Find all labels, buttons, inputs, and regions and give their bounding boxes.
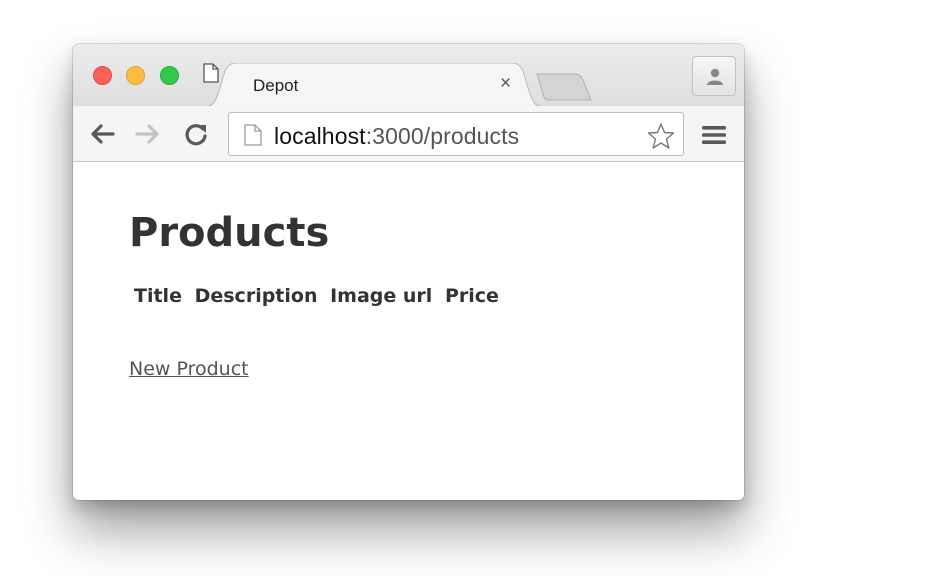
window-close-button[interactable] <box>93 66 112 85</box>
tab-close-icon[interactable]: × <box>500 73 511 95</box>
window-minimize-button[interactable] <box>126 66 145 85</box>
tab-title: Depot <box>253 76 299 95</box>
back-arrow-icon[interactable] <box>89 122 115 146</box>
person-icon <box>707 68 723 85</box>
hamburger-menu-icon[interactable] <box>701 124 727 146</box>
new-product-link[interactable]: New Product <box>129 358 249 380</box>
browser-toolbar: localhost:3000/products <box>73 106 744 162</box>
window-maximize-button[interactable] <box>160 66 179 85</box>
page-icon <box>203 63 219 83</box>
products-table-header: Title Description Image url Price <box>134 285 505 307</box>
url-text: localhost:3000/products <box>274 123 519 150</box>
page-icon <box>244 124 262 146</box>
profile-button[interactable] <box>692 56 736 96</box>
column-header-price: Price <box>444 285 499 307</box>
browser-window: Depot × localhost:3000/products Products… <box>73 44 744 500</box>
screenshot-stage: Depot × localhost:3000/products Products… <box>0 0 950 576</box>
url-host: localhost <box>274 123 366 149</box>
page-title: Products <box>129 210 330 256</box>
column-header-title: Title <box>134 285 182 307</box>
reload-icon[interactable] <box>184 122 210 146</box>
column-header-image-url: Image url <box>330 285 433 307</box>
tab-depot[interactable]: Depot × <box>203 63 545 107</box>
page-content: Products Title Description Image url Pri… <box>73 162 744 500</box>
star-icon[interactable] <box>647 122 675 150</box>
column-header-description: Description <box>194 285 318 307</box>
address-bar[interactable]: localhost:3000/products <box>228 112 684 156</box>
tab-strip: Depot × <box>73 44 744 107</box>
new-tab-icon[interactable] <box>535 72 595 102</box>
url-path: :3000/products <box>365 123 520 149</box>
forward-arrow-icon[interactable] <box>135 122 161 146</box>
